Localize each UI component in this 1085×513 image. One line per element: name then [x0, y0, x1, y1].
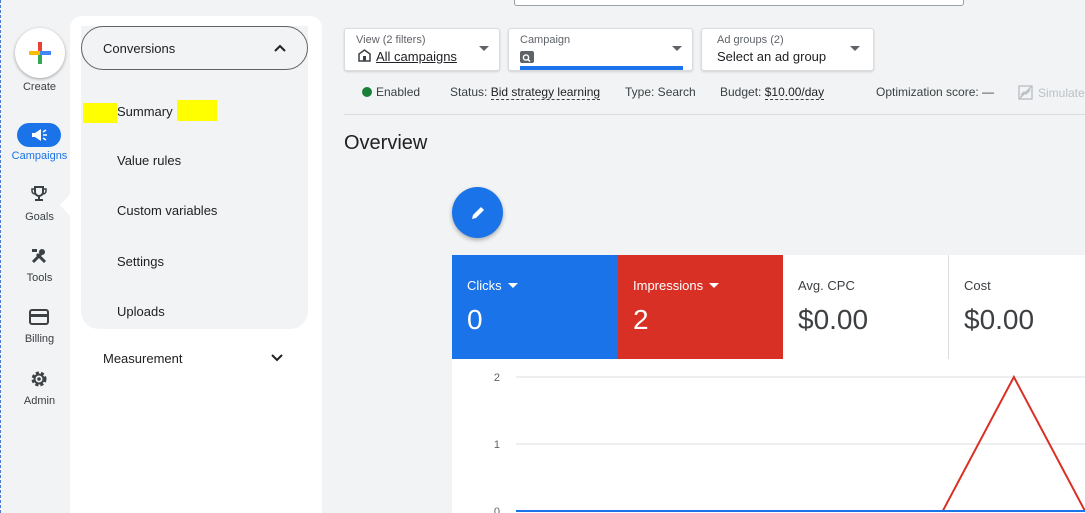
- view-filter-value-row: All campaigns: [358, 49, 457, 64]
- performance-chart: 0 1 2: [452, 359, 1085, 513]
- caret-down-icon: [479, 46, 489, 51]
- enabled-text: Enabled: [376, 85, 421, 99]
- credit-card-icon: [29, 309, 49, 325]
- rail-item-tools[interactable]: [28, 245, 50, 267]
- metric-label-text: Impressions: [633, 278, 704, 293]
- metric-label: Clicks: [467, 278, 518, 293]
- search-bar[interactable]: [514, 0, 964, 6]
- metric-value: $0.00: [964, 304, 1035, 335]
- simulate-button[interactable]: Simulate: [1018, 85, 1085, 100]
- metric-card-impressions[interactable]: Impressions 2: [618, 255, 783, 359]
- budget: Budget: $10.00/day: [720, 85, 825, 100]
- rail-item-goals[interactable]: [28, 183, 50, 205]
- campaign-selected-indicator: [520, 66, 683, 70]
- rail-item-billing[interactable]: [28, 306, 50, 328]
- campaign-dropdown[interactable]: Campaign: [508, 28, 693, 71]
- bid-strategy-link[interactable]: Bid strategy learning: [490, 85, 601, 100]
- metric-card-avg-cpc[interactable]: Avg. CPC $0.00: [783, 255, 948, 359]
- metric-label: Avg. CPC: [798, 278, 855, 293]
- enabled-dot-icon: [362, 87, 372, 97]
- caret-down-icon: [672, 46, 682, 51]
- navigation-panel: Conversions Summary Value rules Custom v…: [70, 16, 322, 513]
- chevron-down-icon[interactable]: [270, 351, 284, 365]
- nav-item-custom-variables[interactable]: Custom variables: [117, 203, 217, 218]
- nav-item-measurement[interactable]: Measurement: [103, 351, 182, 366]
- gear-icon: [31, 371, 47, 387]
- metric-value: $0.00: [798, 304, 869, 335]
- metric-value: 0: [467, 304, 483, 335]
- edit-button[interactable]: [452, 187, 503, 238]
- rail-label-campaigns: Campaigns: [11, 150, 68, 162]
- metric-label: Cost: [964, 278, 991, 293]
- optimization-score: Optimization score: —: [876, 85, 995, 99]
- budget-link[interactable]: $10.00/day: [764, 85, 825, 100]
- campaign-type: Type: Search: [625, 85, 696, 99]
- nav-item-summary[interactable]: Summary: [117, 104, 173, 119]
- y-tick-label: 1: [494, 439, 500, 451]
- campaign-status-enabled: Enabled: [362, 85, 420, 99]
- trophy-icon: [31, 186, 47, 201]
- status-label: Status:: [450, 85, 488, 99]
- rail-label-tools: Tools: [26, 272, 53, 284]
- megaphone-icon: [32, 129, 47, 141]
- rail-item-campaigns[interactable]: [17, 123, 61, 147]
- metric-label: Impressions: [633, 278, 720, 293]
- rail-item-admin[interactable]: [28, 368, 50, 390]
- conversions-title: Conversions: [103, 41, 176, 56]
- ad-groups-label: Ad groups (2): [717, 34, 784, 46]
- caret-down-icon: [709, 283, 720, 288]
- rail-label-billing: Billing: [24, 333, 55, 345]
- search-campaign-icon: [520, 51, 534, 63]
- metric-value: 2: [633, 304, 649, 335]
- highlight-mark: [83, 103, 117, 123]
- ad-groups-value: Select an ad group: [717, 49, 827, 64]
- pencil-icon: [471, 206, 484, 219]
- conversions-header[interactable]: Conversions: [81, 26, 308, 70]
- simulate-icon: [1018, 85, 1033, 100]
- conversions-group: Conversions Summary Value rules Custom v…: [81, 26, 308, 329]
- simulate-label: Simulate: [1038, 86, 1085, 100]
- nav-item-settings[interactable]: Settings: [117, 254, 164, 269]
- rail-label-admin: Admin: [23, 395, 56, 407]
- line-chart: 0 1 2: [494, 372, 1085, 513]
- metric-label-text: Clicks: [467, 278, 502, 293]
- search-icon: [522, 54, 531, 62]
- budget-label: Budget:: [720, 85, 762, 99]
- caret-down-icon: [507, 283, 518, 288]
- bid-status: Status: Bid strategy learning: [450, 85, 601, 100]
- caret-down-icon: [850, 46, 860, 51]
- nav-item-uploads[interactable]: Uploads: [117, 304, 165, 319]
- building-icon: [358, 49, 371, 62]
- metric-card-cost[interactable]: Cost $0.00: [948, 255, 1085, 359]
- left-rail: Create Campaigns Goals Tools Billing Adm…: [0, 0, 77, 513]
- view-filter-dropdown[interactable]: View (2 filters) All campaigns: [344, 28, 500, 71]
- campaign-label: Campaign: [520, 34, 571, 46]
- tools-icon: [31, 249, 47, 264]
- ad-groups-dropdown[interactable]: Ad groups (2) Select an ad group: [701, 28, 874, 71]
- create-label: Create: [22, 81, 57, 93]
- view-filter-label: View (2 filters): [356, 34, 426, 46]
- plus-icon: [29, 42, 51, 64]
- y-tick-label: 2: [494, 372, 500, 384]
- divider: [344, 114, 1085, 115]
- metric-card-clicks[interactable]: Clicks 0: [452, 255, 618, 359]
- y-tick-label: 0: [494, 506, 500, 513]
- create-button[interactable]: [15, 28, 65, 78]
- chevron-up-icon: [274, 44, 286, 52]
- nav-item-value-rules[interactable]: Value rules: [117, 153, 181, 168]
- highlight-mark: [177, 100, 217, 121]
- page-title: Overview: [344, 132, 428, 154]
- view-filter-value: All campaigns: [376, 49, 457, 64]
